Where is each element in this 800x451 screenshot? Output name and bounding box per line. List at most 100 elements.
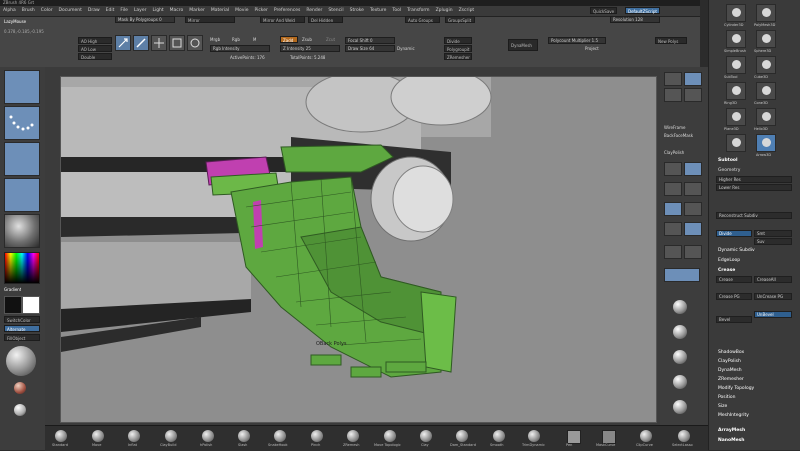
tool-thumb-cylinder[interactable] xyxy=(726,4,746,22)
del-hidden-button[interactable]: Del Hidden xyxy=(308,16,343,23)
polyf-button[interactable] xyxy=(684,222,702,236)
mirror-and-weld-button[interactable]: Mirror And Weld xyxy=(260,16,305,23)
menu-file[interactable]: File xyxy=(120,8,128,13)
menu-edit[interactable]: Edit xyxy=(106,8,115,13)
model-viewport[interactable]: OBack Polys xyxy=(61,77,657,423)
local-button[interactable] xyxy=(684,72,702,86)
tool-thumb-plane[interactable] xyxy=(726,108,746,126)
menu-marker[interactable]: Marker xyxy=(189,8,205,13)
frame-button[interactable] xyxy=(664,162,682,176)
mask-pen-icon[interactable] xyxy=(567,430,581,444)
tool-thumb-cone[interactable] xyxy=(756,82,776,100)
document-canvas[interactable]: OBack Polys xyxy=(60,76,657,423)
crease-pg-button[interactable]: Crease PG xyxy=(716,293,752,300)
lower-res-button[interactable]: Lower Res xyxy=(716,184,792,191)
tool-thumb-helix[interactable] xyxy=(756,108,776,126)
meshintegrity-header[interactable]: MeshIntegrity xyxy=(718,413,749,418)
divide-palette-button[interactable]: Divide xyxy=(716,230,752,237)
nanomesh-header[interactable]: NanoMesh xyxy=(718,438,745,443)
material-thumbnail[interactable] xyxy=(4,214,40,248)
edit-mode-button[interactable] xyxy=(115,35,131,51)
color-picker[interactable] xyxy=(4,252,40,284)
menu-picker[interactable]: Picker xyxy=(254,8,267,13)
mask-curve-icon[interactable] xyxy=(602,430,616,444)
rgb-label[interactable]: Rgb xyxy=(232,37,240,42)
menu-document[interactable]: Document xyxy=(59,8,82,13)
new-polys-button[interactable]: New Polys xyxy=(655,37,687,44)
zcut-label[interactable]: Zcut xyxy=(326,37,335,42)
zadd-button[interactable]: Zadd xyxy=(280,36,298,43)
menu-alpha[interactable]: Alpha xyxy=(3,8,16,13)
groups-split-button[interactable]: GroupsSplit xyxy=(445,16,475,23)
menu-stroke[interactable]: Stroke xyxy=(350,8,364,13)
menu-preferences[interactable]: Preferences xyxy=(274,8,300,13)
brush-smooth-icon[interactable] xyxy=(493,430,505,442)
mask-by-polygroups-slider[interactable]: Mask By Polygroups 0 xyxy=(115,16,175,23)
shadowbox-header[interactable]: ShadowBox xyxy=(718,350,744,355)
divide-button[interactable]: Divide xyxy=(444,37,472,44)
z-intensity-slider[interactable]: Z Intensity 25 xyxy=(280,45,340,52)
scale-button[interactable] xyxy=(664,182,682,196)
double-button[interactable]: Double xyxy=(78,53,112,60)
move-button[interactable] xyxy=(684,162,702,176)
menu-texture[interactable]: Texture xyxy=(370,8,386,13)
scale-mode-button[interactable] xyxy=(169,35,185,51)
menu-brush[interactable]: Brush xyxy=(22,8,35,13)
texture-thumbnail[interactable] xyxy=(4,178,40,212)
brush-thumbnail[interactable] xyxy=(4,70,40,104)
suv-button[interactable]: Suv xyxy=(754,238,792,245)
mrgb-label[interactable]: Mrgb xyxy=(210,37,220,42)
ao-high-button[interactable]: AO High xyxy=(78,37,112,44)
m-label[interactable]: M xyxy=(253,37,256,42)
brush-clay-icon[interactable] xyxy=(420,430,432,442)
alpha-thumbnail[interactable] xyxy=(4,142,40,176)
tool-thumb-sphereinder[interactable] xyxy=(726,134,746,152)
mirror-button[interactable]: Mirror xyxy=(185,16,235,23)
edgeloop-header[interactable]: EdgeLoop xyxy=(718,258,740,263)
tool-thumb-cube[interactable] xyxy=(756,56,776,74)
clay-polish-label[interactable]: ClayPolish xyxy=(664,150,684,155)
rotate-mode-button[interactable] xyxy=(187,35,203,51)
brush-inflat-icon[interactable] xyxy=(128,430,140,442)
brush-move-icon[interactable] xyxy=(92,430,104,442)
dynamesh-header[interactable]: DynaMesh xyxy=(718,368,742,373)
brush-standard-icon[interactable] xyxy=(55,430,67,442)
menu-tool[interactable]: Tool xyxy=(392,8,401,13)
crease-header[interactable]: Crease xyxy=(718,268,735,273)
menu-transform[interactable]: Transform xyxy=(407,8,429,13)
subtool-header[interactable]: Subtool xyxy=(718,158,738,163)
bevel-button[interactable]: Bevel xyxy=(716,316,752,323)
dynamic-subdiv-header[interactable]: Dynamic Subdiv xyxy=(718,248,755,253)
shelf-sphere-4[interactable] xyxy=(673,375,687,389)
menu-macro[interactable]: Macro xyxy=(170,8,184,13)
creaseall-button[interactable]: CreaseAll xyxy=(754,276,792,283)
reconstruct-subdiv-button[interactable]: Reconstruct Subdiv xyxy=(716,212,792,219)
brush-clipcurve-icon[interactable] xyxy=(640,430,652,442)
transp-button[interactable] xyxy=(664,202,682,216)
tool-thumb-polymesh[interactable] xyxy=(756,4,776,22)
brush-snakehook-icon[interactable] xyxy=(274,430,286,442)
material-sphere-icon[interactable] xyxy=(6,346,36,376)
menu-draw[interactable]: Draw xyxy=(88,8,100,13)
ao-low-button[interactable]: AO Low xyxy=(78,45,112,52)
backface-mask-label[interactable]: BackFaceMask xyxy=(664,133,693,138)
menu-zplugin[interactable]: Zplugin xyxy=(436,8,453,13)
position-header[interactable]: Position xyxy=(718,395,736,400)
brush-slash-icon[interactable] xyxy=(238,430,250,442)
wireframe-label[interactable]: WireFrame xyxy=(664,125,685,130)
brush-hpolish-icon[interactable] xyxy=(202,430,214,442)
brush-selectlasso-icon[interactable] xyxy=(678,430,690,442)
xpose-button[interactable] xyxy=(664,222,682,236)
quicksave-button[interactable]: QuickSave xyxy=(590,7,618,14)
fill-object-button[interactable]: FillObject xyxy=(4,334,40,341)
uncrease-pg-button[interactable]: UnCrease PG xyxy=(754,293,792,300)
dynamesh-shelf-button[interactable] xyxy=(664,268,700,282)
menu-zscript[interactable]: Zscript xyxy=(459,8,475,13)
small-material-icon-2[interactable] xyxy=(14,404,26,416)
geometry-header[interactable]: Geometry xyxy=(718,168,740,173)
menu-render[interactable]: Render xyxy=(306,8,322,13)
shelf-sphere-5[interactable] xyxy=(673,400,687,414)
tool-thumb-simplebrush[interactable] xyxy=(726,30,746,48)
menu-layer[interactable]: Layer xyxy=(134,8,147,13)
polycount-slider[interactable]: Polycount Multiplier 1.5 xyxy=(548,37,606,44)
